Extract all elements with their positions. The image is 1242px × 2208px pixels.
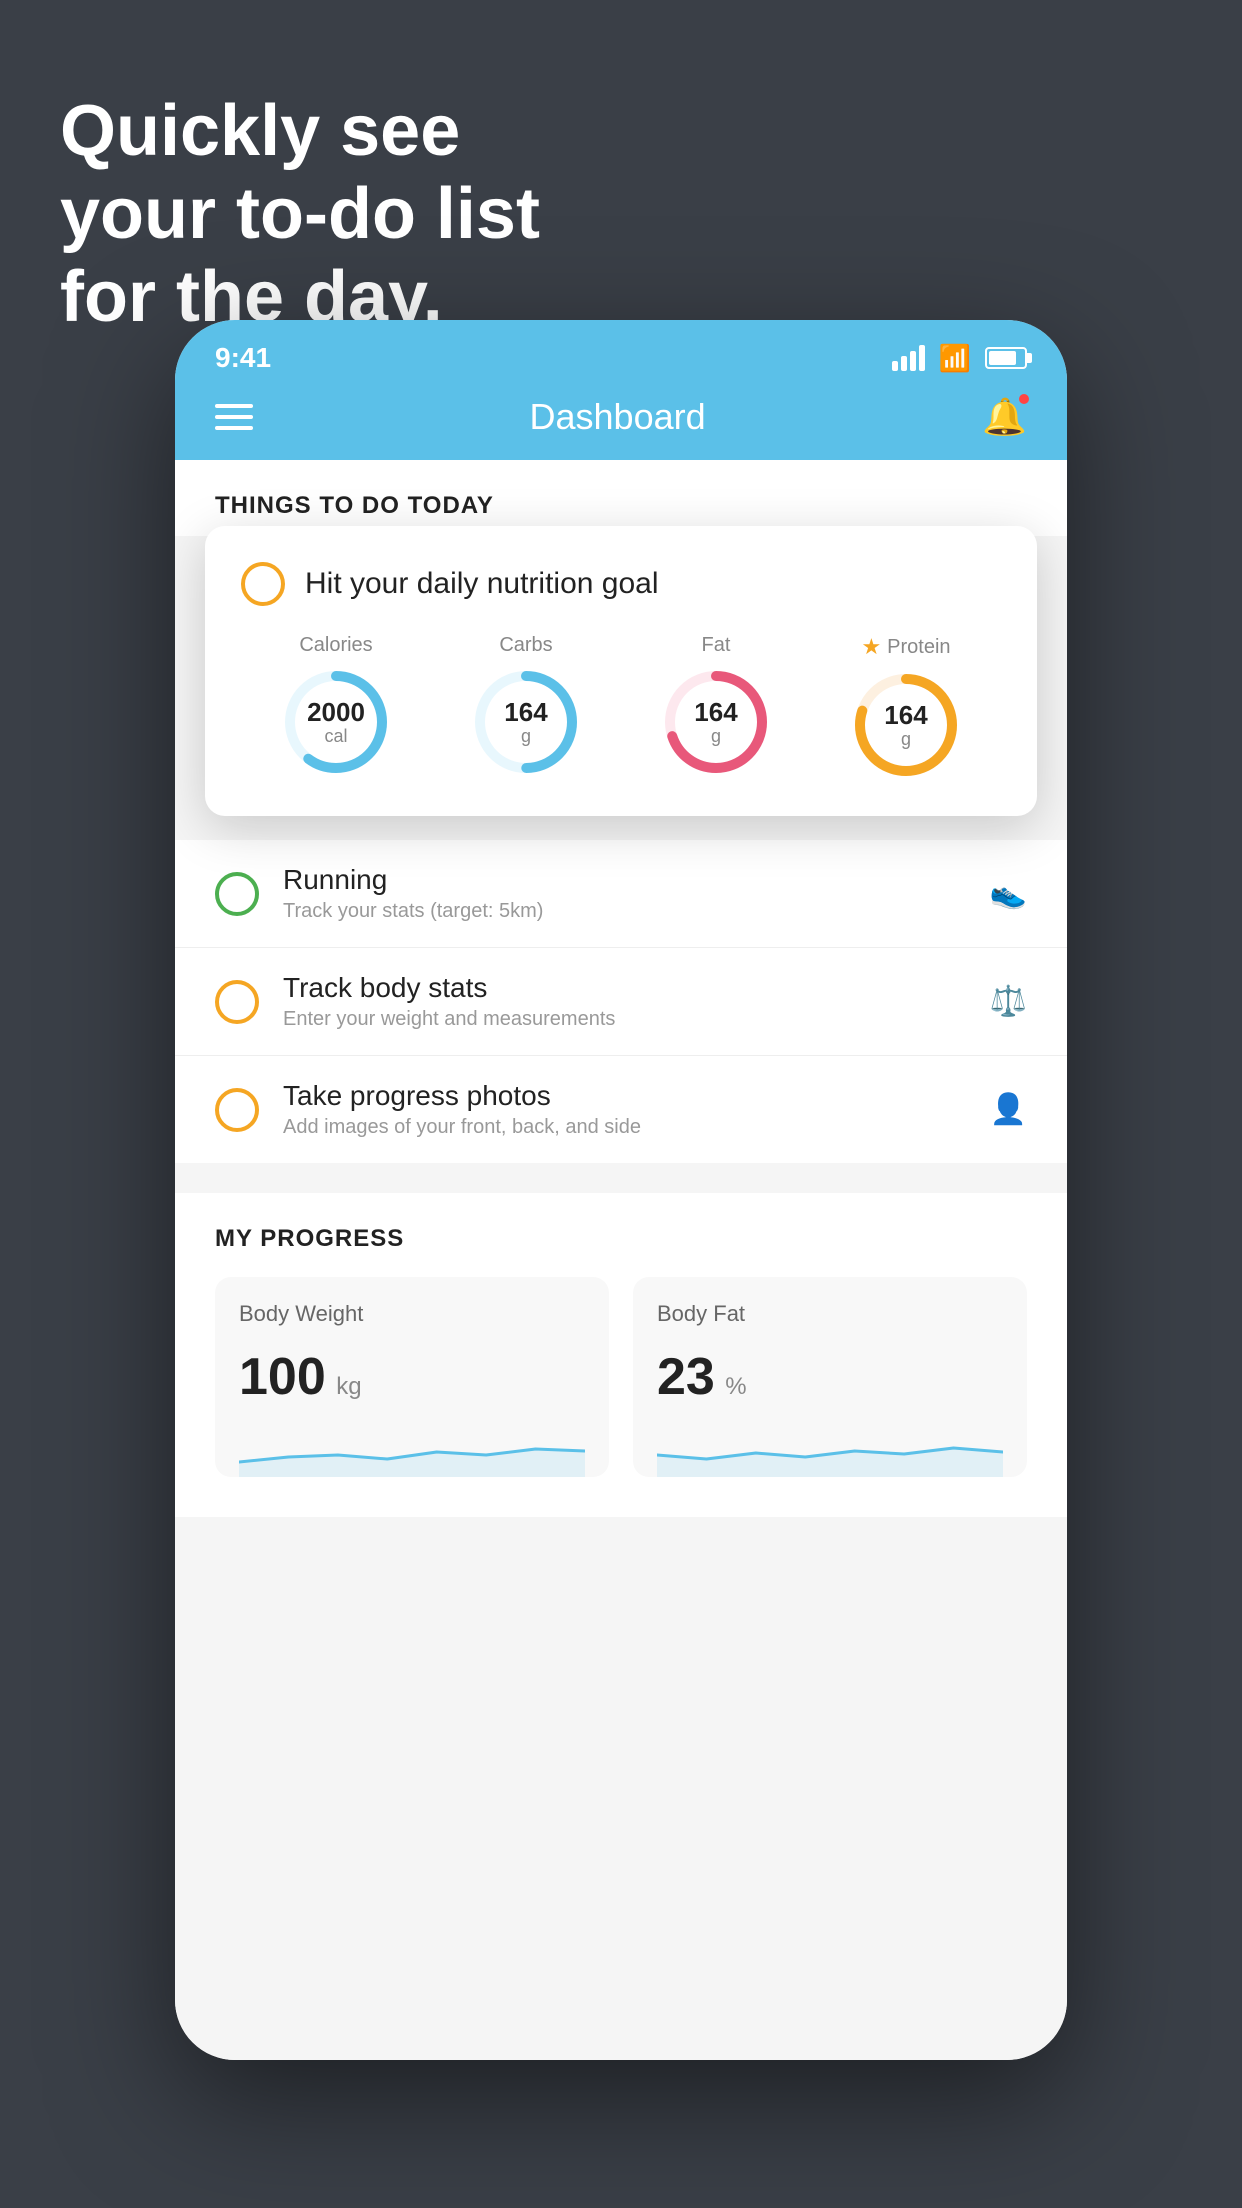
things-to-do-title: THINGS TO DO TODAY (215, 492, 494, 519)
photos-desc: Add images of your front, back, and side (283, 1116, 966, 1139)
body-fat-sparkline (657, 1427, 1003, 1477)
star-icon: ★ (861, 634, 881, 660)
body-weight-value-row: 100 kg (239, 1347, 585, 1407)
nav-title: Dashboard (530, 396, 706, 438)
carbs-value: 164 (504, 698, 547, 727)
carbs-unit: g (504, 726, 547, 746)
body-fat-card[interactable]: Body Fat 23 % (633, 1277, 1027, 1477)
calories-circle: 2000 cal (281, 667, 391, 777)
todo-list: Running Track your stats (target: 5km) 👟… (175, 840, 1067, 1163)
status-time: 9:41 (215, 342, 271, 374)
fat-unit: g (694, 726, 737, 746)
notification-button[interactable]: 🔔 (982, 396, 1027, 438)
headline-line1: Quickly see (60, 91, 460, 171)
body-stats-icon: ⚖️ (990, 984, 1027, 1019)
calories-item: Calories 2000 cal (281, 634, 391, 777)
headline: Quickly see your to-do list for the day. (60, 90, 540, 338)
protein-circle: 164 g (851, 670, 961, 780)
card-header: Hit your daily nutrition goal (241, 562, 1001, 606)
body-fat-value-row: 23 % (657, 1347, 1003, 1407)
fat-label: Fat (702, 634, 731, 657)
progress-title: MY PROGRESS (215, 1225, 1027, 1253)
fat-circle: 164 g (661, 667, 771, 777)
protein-item: ★ Protein 164 g (851, 634, 961, 780)
nav-bar: Dashboard 🔔 (175, 378, 1067, 460)
running-text: Running Track your stats (target: 5km) (283, 864, 966, 923)
calories-unit: cal (307, 726, 365, 746)
body-stats-checkbox[interactable] (215, 980, 259, 1024)
photos-checkbox[interactable] (215, 1088, 259, 1132)
body-stats-text: Track body stats Enter your weight and m… (283, 972, 966, 1031)
todo-item-running[interactable]: Running Track your stats (target: 5km) 👟 (175, 840, 1067, 948)
nutrition-row: Calories 2000 cal Carbs (241, 634, 1001, 780)
body-weight-card[interactable]: Body Weight 100 kg (215, 1277, 609, 1477)
body-stats-desc: Enter your weight and measurements (283, 1008, 966, 1031)
progress-cards: Body Weight 100 kg Body Fat (215, 1277, 1027, 1517)
carbs-circle: 164 g (471, 667, 581, 777)
running-icon: 👟 (990, 876, 1027, 911)
status-icons: 📶 (892, 343, 1027, 374)
wifi-icon: 📶 (939, 343, 971, 374)
carbs-item: Carbs 164 g (471, 634, 581, 777)
protein-unit: g (884, 729, 927, 749)
calories-label: Calories (299, 634, 372, 657)
body-weight-label: Body Weight (239, 1301, 585, 1327)
signal-icon (892, 345, 925, 371)
progress-section: MY PROGRESS Body Weight 100 kg (175, 1193, 1067, 1517)
status-bar: 9:41 📶 (175, 320, 1067, 378)
nutrition-checkbox[interactable] (241, 562, 285, 606)
things-to-do-header: THINGS TO DO TODAY (175, 460, 1067, 536)
protein-label: ★ Protein (861, 634, 950, 660)
running-name: Running (283, 864, 966, 896)
menu-button[interactable] (215, 404, 253, 430)
nutrition-card[interactable]: Hit your daily nutrition goal Calories 2… (205, 526, 1037, 816)
notification-badge (1017, 392, 1031, 406)
content-area: THINGS TO DO TODAY Hit your daily nutrit… (175, 460, 1067, 2060)
body-fat-label: Body Fat (657, 1301, 1003, 1327)
phone-frame: 9:41 📶 Dashboard 🔔 THINGS TO DO TODAY (175, 320, 1067, 2060)
nutrition-card-title: Hit your daily nutrition goal (305, 567, 659, 601)
body-stats-name: Track body stats (283, 972, 966, 1004)
body-fat-value: 23 (657, 1348, 715, 1406)
protein-value: 164 (884, 701, 927, 730)
body-weight-sparkline (239, 1427, 585, 1477)
running-desc: Track your stats (target: 5km) (283, 900, 966, 923)
photos-text: Take progress photos Add images of your … (283, 1080, 966, 1139)
fat-value: 164 (694, 698, 737, 727)
carbs-label: Carbs (499, 634, 552, 657)
calories-value: 2000 (307, 698, 365, 727)
body-fat-unit: % (725, 1373, 746, 1400)
headline-line2: your to-do list (60, 174, 540, 254)
fat-item: Fat 164 g (661, 634, 771, 777)
body-weight-value: 100 (239, 1348, 326, 1406)
todo-item-photos[interactable]: Take progress photos Add images of your … (175, 1056, 1067, 1163)
running-checkbox[interactable] (215, 872, 259, 916)
battery-icon (985, 347, 1027, 369)
photos-name: Take progress photos (283, 1080, 966, 1112)
photos-icon: 👤 (990, 1092, 1027, 1127)
body-weight-unit: kg (336, 1373, 361, 1400)
todo-item-body-stats[interactable]: Track body stats Enter your weight and m… (175, 948, 1067, 1056)
